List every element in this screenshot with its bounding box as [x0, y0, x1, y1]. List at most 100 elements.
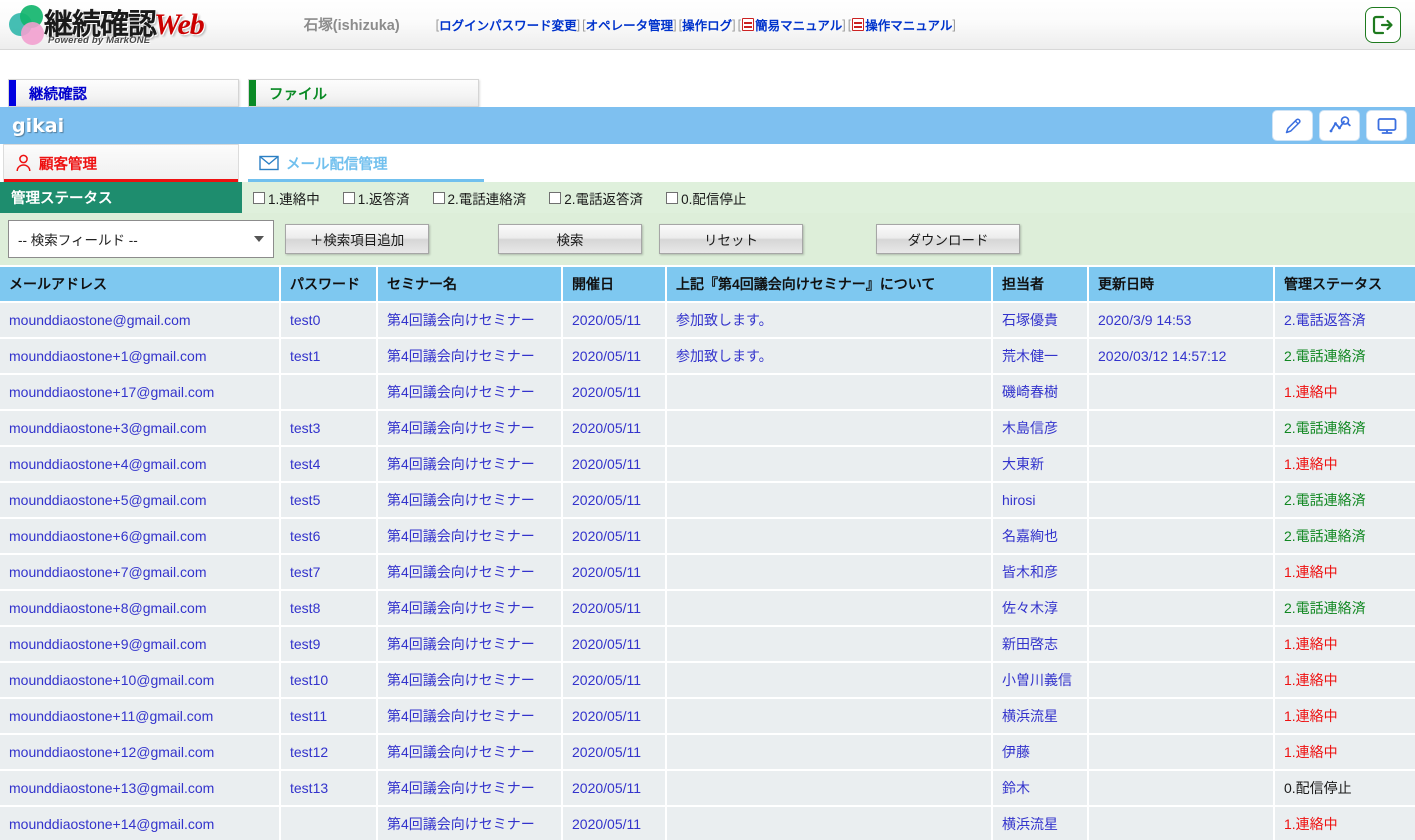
table-row[interactable]: mounddiaostone+6@gmail.com test6 第4回議会向けセミ…: [0, 519, 1415, 555]
add-search-item-button[interactable]: ＋検索項目追加: [285, 224, 429, 254]
table-row[interactable]: mounddiaostone+13@gmail.com test13 第4回議会向け…: [0, 771, 1415, 807]
cell-email[interactable]: mounddiaostone+13@gmail.com: [0, 771, 281, 807]
nav-link-simple-manual[interactable]: [簡易マニュアル]: [738, 15, 846, 34]
cell-email[interactable]: mounddiaostone+3@gmail.com: [0, 411, 281, 447]
cell-email[interactable]: mounddiaostone+6@gmail.com: [0, 519, 281, 555]
nav-link-operator-management[interactable]: [オペレータ管理]: [582, 15, 676, 34]
display-button[interactable]: [1366, 110, 1407, 141]
search-button[interactable]: 検索: [498, 224, 642, 254]
cell-person: 荒木健一: [993, 339, 1089, 375]
cell-status: 1.連絡中: [1275, 735, 1415, 771]
tab-color-bar: [9, 80, 16, 106]
column-header-password[interactable]: パスワード: [281, 267, 378, 303]
cell-status: 0.配信停止: [1275, 771, 1415, 807]
checkbox-box[interactable]: [432, 191, 445, 204]
cell-password: test1: [281, 339, 378, 375]
table-row[interactable]: mounddiaostone+12@gmail.com test12 第4回議会向け…: [0, 735, 1415, 771]
pdf-icon: [742, 18, 755, 31]
table-row[interactable]: mounddiaostone+8@gmail.com test8 第4回議会向けセミ…: [0, 591, 1415, 627]
cell-person: 横浜流星: [993, 807, 1089, 840]
status-checkbox-renrakuchu[interactable]: 1.連絡中: [253, 188, 320, 208]
status-filter-label: 管理ステータス: [0, 182, 242, 213]
column-header-answer[interactable]: 上記『第4回議会向けセミナー』について: [667, 267, 993, 303]
column-header-updated[interactable]: 更新日時: [1089, 267, 1275, 303]
checkbox-box[interactable]: [549, 191, 562, 204]
cell-date: 2020/05/11: [563, 591, 667, 627]
cell-email[interactable]: mounddiaostone+1@gmail.com: [0, 339, 281, 375]
cell-answer: [667, 483, 993, 519]
cell-answer: [667, 699, 993, 735]
cell-answer: [667, 663, 993, 699]
cell-person: 名嘉絢也: [993, 519, 1089, 555]
cell-date: 2020/05/11: [563, 771, 667, 807]
sub-tab-label: メール配信管理: [286, 156, 388, 173]
logout-button[interactable]: [1365, 7, 1401, 43]
checkbox-box[interactable]: [342, 191, 355, 204]
search-field-select[interactable]: -- 検索フィールド --: [8, 220, 274, 258]
analytics-button[interactable]: [1319, 110, 1360, 141]
cell-status: 2.電話連絡済: [1275, 483, 1415, 519]
cell-date: 2020/05/11: [563, 339, 667, 375]
cell-password: test5: [281, 483, 378, 519]
table-row[interactable]: mounddiaostone@gmail.com test0 第4回議会向けセミナー…: [0, 303, 1415, 339]
status-checkbox-denwa-renrakuzumi[interactable]: 2.電話連絡済: [432, 188, 526, 208]
status-checkbox-denwa-hentouzumi[interactable]: 2.電話返答済: [549, 188, 643, 208]
cell-date: 2020/05/11: [563, 699, 667, 735]
nav-link-operation-manual[interactable]: [操作マニュアル]: [848, 15, 956, 34]
menu-tab-keizoku-kakunin[interactable]: 継続確認: [8, 79, 239, 107]
main-menu-tabs: 継続確認 ファイル: [0, 69, 1415, 107]
status-checkbox-hentouzumi[interactable]: 1.返答済: [342, 188, 410, 208]
reset-button[interactable]: リセット: [659, 224, 803, 254]
sub-tab-customer-management[interactable]: 顧客管理: [3, 144, 239, 182]
table-row[interactable]: mounddiaostone+14@gmail.com 第4回議会向けセミナー 20…: [0, 807, 1415, 840]
sub-tab-mail-delivery-management[interactable]: メール配信管理: [248, 144, 484, 182]
checkbox-box[interactable]: [666, 191, 679, 204]
cell-seminar: 第4回議会向けセミナー: [378, 663, 563, 699]
table-row[interactable]: mounddiaostone+7@gmail.com test7 第4回議会向けセミ…: [0, 555, 1415, 591]
column-header-status[interactable]: 管理ステータス: [1275, 267, 1415, 303]
cell-seminar: 第4回議会向けセミナー: [378, 591, 563, 627]
checkbox-box[interactable]: [253, 191, 265, 204]
table-row[interactable]: mounddiaostone+3@gmail.com test3 第4回議会向けセミ…: [0, 411, 1415, 447]
table-row[interactable]: mounddiaostone+10@gmail.com test10 第4回議会向け…: [0, 663, 1415, 699]
cell-email[interactable]: mounddiaostone+10@gmail.com: [0, 663, 281, 699]
menu-tab-file[interactable]: ファイル: [248, 79, 479, 107]
table-row[interactable]: mounddiaostone+9@gmail.com test9 第4回議会向けセミ…: [0, 627, 1415, 663]
cell-email[interactable]: mounddiaostone+14@gmail.com: [0, 807, 281, 840]
column-header-person[interactable]: 担当者: [993, 267, 1089, 303]
table-row[interactable]: mounddiaostone+17@gmail.com 第4回議会向けセミナー 20…: [0, 375, 1415, 411]
table-row[interactable]: mounddiaostone+11@gmail.com test11 第4回議会向け…: [0, 699, 1415, 735]
cell-updated: [1089, 591, 1275, 627]
cell-email[interactable]: mounddiaostone+11@gmail.com: [0, 699, 281, 735]
cell-email[interactable]: mounddiaostone+4@gmail.com: [0, 447, 281, 483]
cell-password: test3: [281, 411, 378, 447]
table-body: mounddiaostone@gmail.com test0 第4回議会向けセミナー…: [0, 303, 1415, 840]
cell-person: 小曽川義信: [993, 663, 1089, 699]
cell-date: 2020/05/11: [563, 447, 667, 483]
cell-email[interactable]: mounddiaostone+17@gmail.com: [0, 375, 281, 411]
table-row[interactable]: mounddiaostone+4@gmail.com test4 第4回議会向けセミ…: [0, 447, 1415, 483]
logo-text: 継続確認Web Powered by MarkONE: [44, 9, 205, 45]
cell-email[interactable]: mounddiaostone+7@gmail.com: [0, 555, 281, 591]
download-button[interactable]: ダウンロード: [876, 224, 1020, 254]
cell-email[interactable]: mounddiaostone+8@gmail.com: [0, 591, 281, 627]
cell-answer: [667, 771, 993, 807]
cell-updated: [1089, 375, 1275, 411]
status-checkbox-haishin-teishi[interactable]: 0.配信停止: [666, 188, 746, 208]
edit-button[interactable]: [1272, 110, 1313, 141]
current-user-label: 石塚(ishizuka): [303, 18, 400, 34]
nav-link-operation-log[interactable]: [操作ログ]: [679, 15, 736, 34]
cell-email[interactable]: mounddiaostone@gmail.com: [0, 303, 281, 339]
cell-email[interactable]: mounddiaostone+9@gmail.com: [0, 627, 281, 663]
cell-email[interactable]: mounddiaostone+5@gmail.com: [0, 483, 281, 519]
cell-email[interactable]: mounddiaostone+12@gmail.com: [0, 735, 281, 771]
nav-link-change-password[interactable]: [ログインパスワード変更]: [436, 15, 580, 34]
search-field-select-value: -- 検索フィールド --: [18, 233, 138, 248]
column-header-email[interactable]: メールアドレス: [0, 267, 281, 303]
cell-answer: [667, 735, 993, 771]
column-header-date[interactable]: 開催日: [563, 267, 667, 303]
table-row[interactable]: mounddiaostone+1@gmail.com test1 第4回議会向けセミ…: [0, 339, 1415, 375]
active-tab-underline: [248, 178, 484, 182]
column-header-seminar[interactable]: セミナー名: [378, 267, 563, 303]
table-row[interactable]: mounddiaostone+5@gmail.com test5 第4回議会向けセミ…: [0, 483, 1415, 519]
